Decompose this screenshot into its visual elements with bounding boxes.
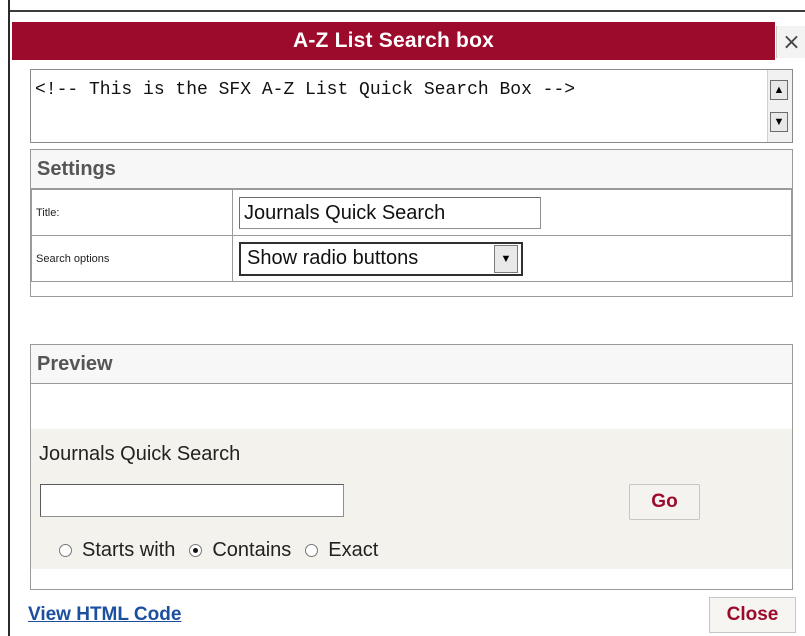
html-code-text: <!-- This is the SFX A-Z List Quick Sear…: [35, 80, 576, 100]
scroll-up-icon[interactable]: ▲: [770, 80, 788, 100]
match-type-radios: Starts with Contains Exact: [59, 539, 392, 562]
search-options-value: Show radio buttons: [247, 247, 419, 269]
preview-search-input[interactable]: [40, 484, 344, 517]
settings-table: Title: Journals Quick Search Search opti…: [31, 189, 792, 282]
radio-exact[interactable]: [305, 544, 319, 557]
preview-panel: Preview Journals Quick Search Go Starts …: [30, 344, 793, 590]
radio-exact-label: Exact: [328, 539, 379, 561]
settings-panel: Settings Title: Journals Quick Search Se…: [30, 149, 793, 297]
close-icon[interactable]: ×: [776, 26, 805, 58]
go-button[interactable]: Go: [629, 484, 700, 520]
title-cell: Journals Quick Search: [232, 189, 792, 236]
settings-heading: Settings: [31, 150, 792, 189]
preview-box-title: Journals Quick Search: [39, 443, 241, 465]
close-button[interactable]: Close: [709, 597, 796, 633]
search-options-select[interactable]: Show radio buttons ▼: [239, 241, 523, 276]
title-label: Title:: [31, 189, 233, 236]
html-code-textarea[interactable]: <!-- This is the SFX A-Z List Quick Sear…: [30, 69, 793, 143]
radio-contains[interactable]: [189, 544, 203, 557]
search-options-label: Search options: [31, 235, 233, 282]
title-input[interactable]: Journals Quick Search: [239, 196, 541, 229]
preview-heading: Preview: [31, 345, 792, 384]
radio-starts-with-label: Starts with: [82, 539, 176, 561]
settings-row-search-options: Search options Show radio buttons ▼: [31, 235, 792, 282]
search-options-cell: Show radio buttons ▼: [232, 235, 792, 282]
chevron-down-icon[interactable]: ▼: [494, 244, 518, 273]
preview-search-box: Journals Quick Search Go Starts with Con…: [31, 429, 792, 569]
window-top-edge: [0, 0, 805, 12]
window-left-edge: [0, 0, 10, 636]
scroll-down-icon[interactable]: ▼: [770, 112, 788, 132]
radio-starts-with[interactable]: [59, 544, 72, 557]
view-html-code-link[interactable]: View HTML Code: [28, 604, 181, 626]
dialog-title: A-Z List Search box: [12, 22, 775, 60]
radio-contains-label: Contains: [212, 539, 292, 561]
code-scrollbar[interactable]: ▲ ▼: [767, 70, 792, 142]
settings-row-title: Title: Journals Quick Search: [31, 189, 792, 236]
